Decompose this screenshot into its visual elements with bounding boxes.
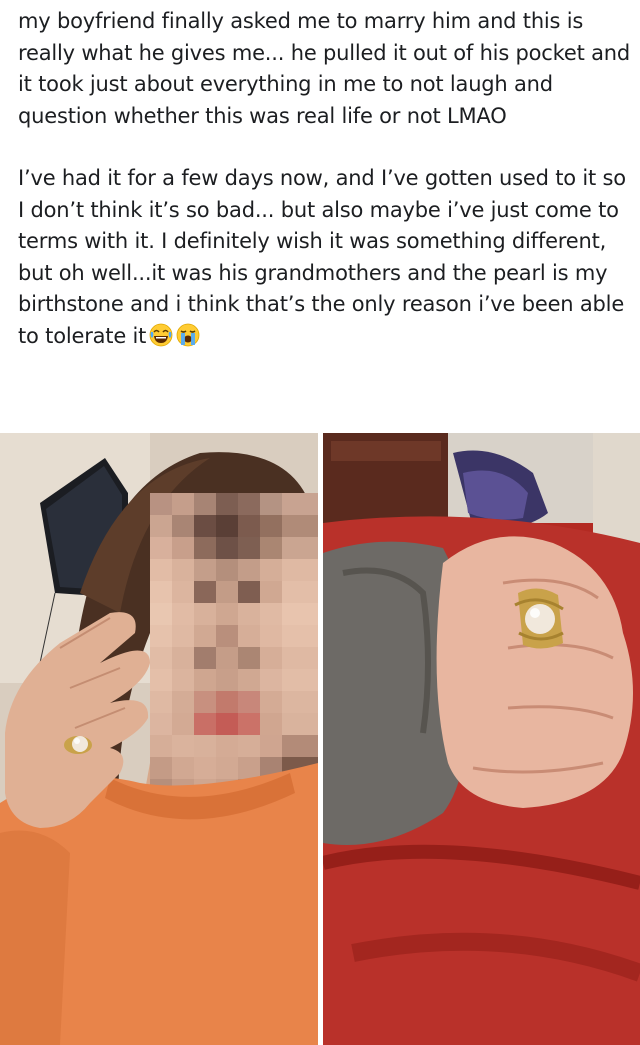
photo-collage[interactable] — [0, 433, 640, 1045]
post-paragraph-2: I’ve had it for a few days now, and I’ve… — [18, 163, 630, 352]
loudly-crying-face-icon — [176, 323, 200, 346]
post-body: my boyfriend finally asked me to marry h… — [18, 6, 630, 352]
pearl-ring-left — [64, 736, 92, 754]
selfie-photo[interactable] — [0, 433, 318, 1045]
face-with-tears-of-joy-icon — [149, 323, 173, 346]
post-paragraph-2-text: I’ve had it for a few days now, and I’ve… — [18, 166, 626, 348]
ring-closeup-image — [323, 433, 640, 1045]
pixelated-face — [150, 493, 318, 813]
post-paragraph-1: my boyfriend finally asked me to marry h… — [18, 6, 630, 132]
selfie-image — [0, 433, 318, 1045]
ring-closeup-photo[interactable] — [323, 433, 640, 1045]
post-paragraph-1-text: my boyfriend finally asked me to marry h… — [18, 9, 631, 128]
